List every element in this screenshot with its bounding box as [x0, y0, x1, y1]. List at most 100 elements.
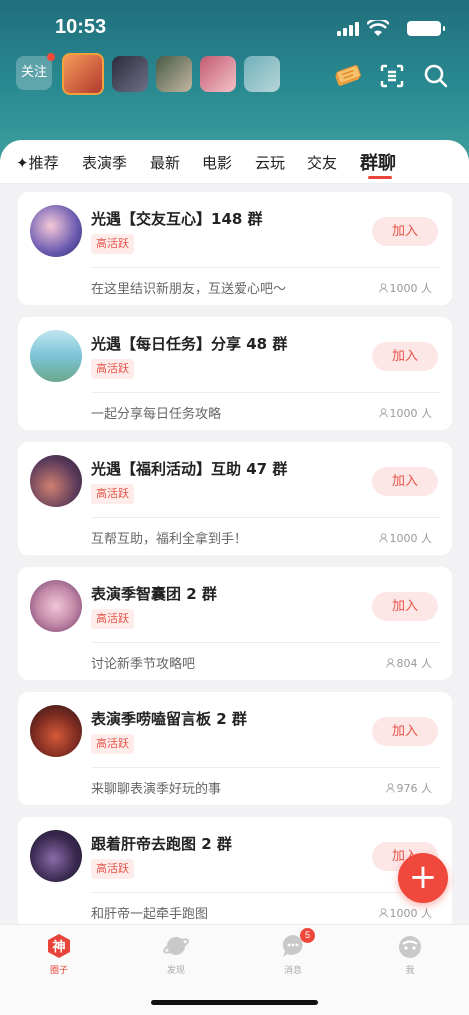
message-icon: 5 — [280, 928, 315, 959]
active-tab-indicator — [368, 176, 392, 179]
tab-latest[interactable]: 最新 — [150, 152, 180, 173]
group-description: 和肝帝一起牵手跑图 — [91, 907, 209, 922]
person-icon — [385, 783, 395, 793]
activity-tag: 高活跃 — [91, 734, 134, 754]
tab-group-chat[interactable]: 群聊 — [360, 149, 396, 175]
follow-button[interactable]: 关注 — [16, 53, 55, 90]
member-count: 1000 人 — [378, 280, 433, 296]
group-avatar — [30, 705, 82, 757]
group-avatar — [30, 830, 82, 882]
svg-text:神: 神 — [52, 939, 65, 955]
home-indicator — [151, 1000, 318, 1005]
group-card[interactable]: 表演季唠嗑留言板 2 群 高活跃 加入 来聊聊表演季好玩的事 976 人 — [18, 692, 452, 805]
tab-cloud-play[interactable]: 云玩 — [255, 152, 285, 173]
tab-friends[interactable]: 交友 — [307, 152, 337, 173]
status-bar: 10:53 — [0, 14, 469, 44]
face-icon — [397, 933, 423, 959]
planet-icon — [163, 933, 189, 959]
divider — [91, 892, 440, 893]
scan-icon[interactable] — [378, 62, 406, 90]
person-icon — [378, 533, 388, 543]
follow-label: 关注 — [20, 65, 47, 80]
member-count: 1000 人 — [378, 905, 433, 921]
divider — [91, 392, 440, 393]
join-button[interactable]: 加入 — [372, 592, 438, 621]
tab-movies[interactable]: 电影 — [202, 152, 232, 173]
person-icon — [385, 658, 395, 668]
group-description: 讨论新季节攻略吧 — [91, 657, 196, 672]
group-title: 光遇【交友互心】148 群 — [91, 210, 263, 228]
group-card[interactable]: 表演季智囊团 2 群 高活跃 加入 讨论新季节攻略吧 804 人 — [18, 567, 452, 680]
category-tabs: ✦推荐 表演季 最新 电影 云玩 交友 群聊 — [0, 140, 469, 184]
group-description: 在这里结识新朋友，互送爱心吧～ — [91, 282, 287, 297]
game-avatar[interactable] — [244, 56, 280, 92]
group-card[interactable]: 跟着肝帝去跑图 2 群 高活跃 加入 和肝帝一起牵手跑图 1000 人 — [18, 817, 452, 930]
nav-messages[interactable]: 5 消息 — [263, 928, 323, 976]
group-title: 表演季智囊团 2 群 — [91, 585, 217, 603]
join-button[interactable]: 加入 — [372, 717, 438, 746]
group-title: 跟着肝帝去跑图 2 群 — [91, 835, 232, 853]
group-avatar — [30, 580, 82, 632]
nav-label: 圈子 — [49, 966, 68, 976]
shen-icon: 神 — [46, 933, 72, 959]
search-icon[interactable] — [422, 62, 450, 90]
group-description: 来聊聊表演季好玩的事 — [91, 782, 222, 797]
group-title: 光遇【每日任务】分享 48 群 — [91, 335, 288, 353]
divider — [91, 517, 440, 518]
nav-discover[interactable]: 发现 — [146, 933, 206, 976]
group-avatar — [30, 455, 82, 507]
battery-icon — [407, 21, 445, 36]
wifi-icon — [367, 20, 389, 36]
nav-circle[interactable]: 神 圈子 — [29, 933, 89, 976]
nav-me[interactable]: 我 — [380, 933, 440, 976]
tab-performance-season[interactable]: 表演季 — [82, 152, 127, 173]
join-button[interactable]: 加入 — [372, 467, 438, 496]
member-count-text: 1000 人 — [389, 532, 433, 545]
unread-badge: 5 — [300, 928, 315, 943]
member-count: 1000 人 — [378, 530, 433, 546]
group-description: 互帮互助，福利全拿到手！ — [91, 532, 248, 547]
member-count-text: 1000 人 — [389, 282, 433, 295]
followed-games-row: 关注 — [16, 53, 280, 96]
game-avatar[interactable] — [156, 56, 192, 92]
nav-label: 消息 — [283, 966, 302, 976]
member-count: 1000 人 — [378, 405, 433, 421]
person-icon — [378, 408, 388, 418]
group-card[interactable]: 光遇【交友互心】148 群 高活跃 加入 在这里结识新朋友，互送爱心吧～ 100… — [18, 192, 452, 305]
ticket-icon[interactable] — [333, 62, 361, 90]
group-title: 光遇【福利活动】互助 47 群 — [91, 460, 288, 478]
group-card[interactable]: 光遇【每日任务】分享 48 群 高活跃 加入 一起分享每日任务攻略 1000 人 — [18, 317, 452, 430]
signal-icon — [337, 22, 359, 36]
game-avatar[interactable] — [200, 56, 236, 92]
activity-tag: 高活跃 — [91, 484, 134, 504]
notification-dot — [47, 53, 55, 61]
tab-recommend[interactable]: ✦推荐 — [16, 152, 59, 173]
activity-tag: 高活跃 — [91, 359, 134, 379]
status-time: 10:53 — [55, 16, 107, 38]
group-card[interactable]: 光遇【福利活动】互助 47 群 高活跃 加入 互帮互助，福利全拿到手！ 1000… — [18, 442, 452, 555]
divider — [91, 267, 440, 268]
activity-tag: 高活跃 — [91, 859, 134, 879]
divider — [91, 767, 440, 768]
join-button[interactable]: 加入 — [372, 217, 438, 246]
member-count: 976 人 — [385, 780, 433, 796]
create-fab-button[interactable]: + — [398, 853, 448, 903]
activity-tag: 高活跃 — [91, 609, 134, 629]
game-avatar[interactable] — [112, 56, 148, 92]
join-button[interactable]: 加入 — [372, 342, 438, 371]
person-icon — [378, 283, 388, 293]
activity-tag: 高活跃 — [91, 234, 134, 254]
group-avatar — [30, 330, 82, 382]
member-count-text: 976 人 — [396, 782, 433, 795]
nav-label: 我 — [405, 966, 415, 976]
group-title: 表演季唠嗑留言板 2 群 — [91, 710, 247, 728]
member-count-text: 1000 人 — [389, 907, 433, 920]
divider — [91, 642, 440, 643]
member-count: 804 人 — [385, 655, 433, 671]
group-description: 一起分享每日任务攻略 — [91, 407, 222, 422]
member-count-text: 1000 人 — [389, 407, 433, 420]
member-count-text: 804 人 — [396, 657, 433, 670]
game-avatar[interactable] — [62, 53, 104, 95]
person-icon — [378, 908, 388, 918]
header: 10:53 关注 — [0, 0, 469, 160]
